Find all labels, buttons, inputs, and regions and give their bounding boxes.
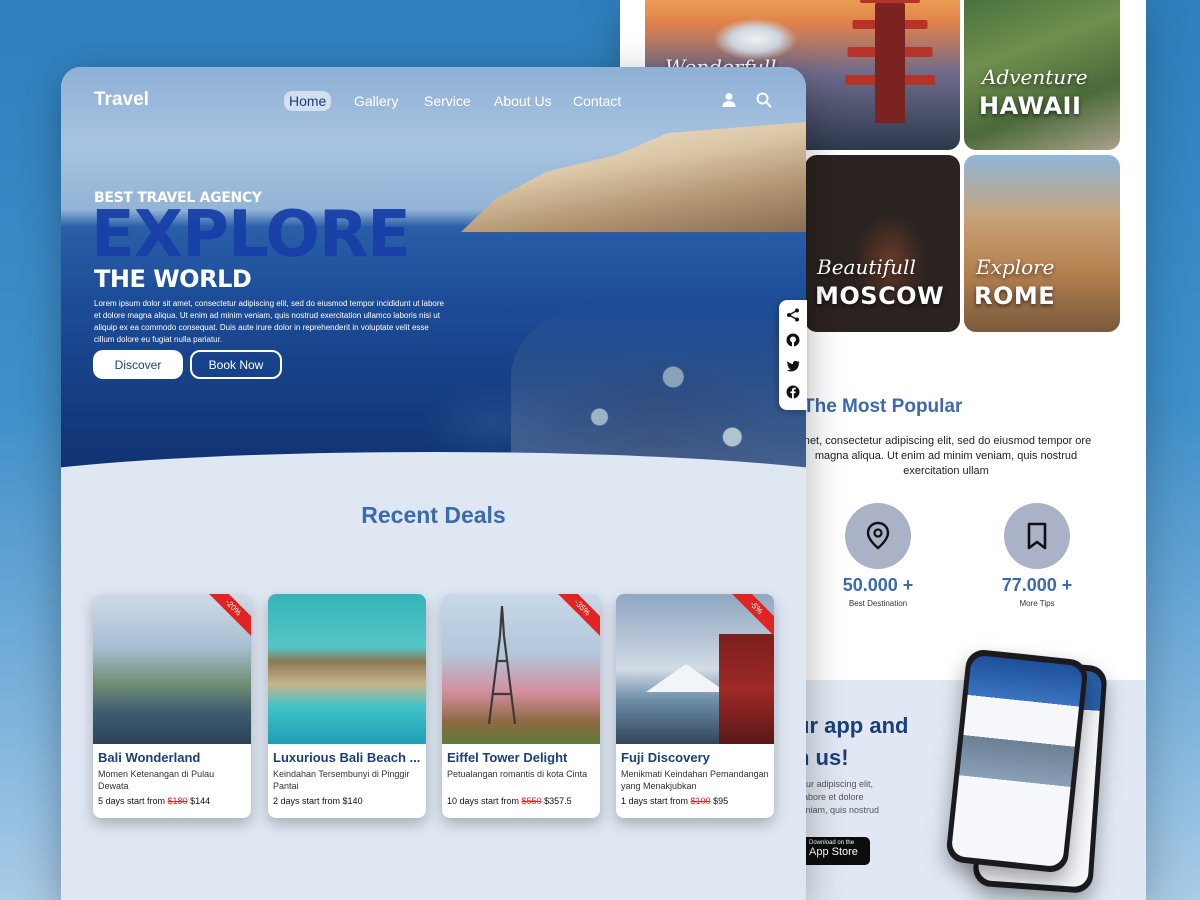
tile-caption: HAWAII xyxy=(979,92,1082,120)
mountain-illustration xyxy=(646,664,726,692)
logo[interactable]: Travel xyxy=(94,89,149,111)
deal-price: 1 days start from $100 $95 xyxy=(621,796,769,806)
stat-value: 50.000 + xyxy=(842,575,914,595)
stat-tips: 77.000 + More Tips xyxy=(972,503,1102,608)
deal-card[interactable]: -20% Bali Wonderland Momen Ketenangan di… xyxy=(93,594,251,818)
nav-contact[interactable]: Contact xyxy=(568,91,626,111)
old-price: $100 xyxy=(690,796,711,806)
discount-badge: -35% xyxy=(548,594,600,642)
user-icon[interactable] xyxy=(720,91,738,109)
app-text: tetur adipiscing elit, t labore et dolor… xyxy=(796,779,880,815)
navbar: Travel Home Gallery Service About Us Con… xyxy=(61,67,806,133)
discount-badge: -20% xyxy=(199,594,251,642)
gallery-tile-rome[interactable]: Explore ROME xyxy=(964,155,1120,332)
deal-price: 2 days start from $140 xyxy=(273,796,421,806)
popular-text: met, consectetur adipiscing elit, sed do… xyxy=(800,435,1092,477)
recent-deals-title: Recent Deals xyxy=(361,502,506,528)
stat-destinations: 50.000 + Best Destination xyxy=(813,503,943,608)
nav-home[interactable]: Home xyxy=(284,91,332,111)
price-prefix: 10 days start from xyxy=(447,796,520,806)
price-prefix: 5 days start from xyxy=(98,796,166,806)
search-icon[interactable] xyxy=(755,91,773,109)
book-now-button[interactable]: Book Now xyxy=(190,350,282,379)
deal-image: -5% xyxy=(616,594,774,744)
deal-title: Luxurious Bali Beach ... xyxy=(273,750,421,765)
deal-card[interactable]: Luxurious Bali Beach ... Keindahan Terse… xyxy=(268,594,426,818)
stat-label: More Tips xyxy=(1019,599,1055,608)
phone-screen xyxy=(950,654,1084,868)
new-price: $357.5 xyxy=(544,796,572,806)
price-prefix: 2 days start from xyxy=(273,796,341,806)
nav-service[interactable]: Service xyxy=(419,91,476,111)
deal-card[interactable]: -35% Eiffel Tower Delight Petualangan ro… xyxy=(442,594,600,818)
hero-description: Lorem ipsum dolor sit amet, consectetur … xyxy=(94,299,444,344)
deal-card[interactable]: -5% Fuji Discovery Menikmati Keindahan P… xyxy=(616,594,774,818)
pagoda-illustration xyxy=(719,634,774,744)
old-price: $550 xyxy=(521,796,542,806)
hero-subtitle: THE WORLD xyxy=(94,265,252,293)
deal-price: 5 days start from $180 $144 xyxy=(98,796,246,806)
share-bar xyxy=(779,300,807,410)
old-price: $180 xyxy=(167,796,188,806)
deal-description: Menikmati Keindahan Pemandangan yang Men… xyxy=(621,769,769,791)
bookmark-icon xyxy=(1004,503,1070,569)
stat-label: Best Destination xyxy=(848,599,908,608)
deal-image: -35% xyxy=(442,594,600,744)
tile-caption: ROME xyxy=(974,282,1056,310)
deal-description: Momen Ketenangan di Pulau Dewata xyxy=(98,769,215,791)
new-price: $140 xyxy=(342,796,363,806)
deal-title: Bali Wonderland xyxy=(98,750,201,765)
gallery-tile-moscow[interactable]: Beautifull MOSCOW xyxy=(805,155,960,332)
store-big-label: App Store xyxy=(809,846,858,858)
new-price: $95 xyxy=(713,796,729,806)
hero-title: EXPLORE xyxy=(91,198,411,272)
tile-script-text: Beautifull xyxy=(817,255,916,279)
location-pin-icon xyxy=(845,503,911,569)
facebook-icon[interactable] xyxy=(786,385,800,399)
stat-value: 77.000 + xyxy=(1001,575,1073,595)
tile-script-text: Adventure xyxy=(982,65,1088,89)
new-price: $144 xyxy=(190,796,211,806)
deal-description: Keindahan Tersembunyi di Pinggir Pantai xyxy=(273,769,410,791)
price-prefix: 1 days start from xyxy=(621,796,689,806)
deal-description: Petualangan romantis di kota Cinta xyxy=(447,769,588,779)
deal-title: Fuji Discovery xyxy=(621,750,710,765)
main-page: Travel Home Gallery Service About Us Con… xyxy=(61,67,806,900)
app-store-button[interactable]: Download on the App Store xyxy=(796,837,870,865)
deal-image: -20% xyxy=(93,594,251,744)
pagoda-illustration xyxy=(845,0,935,130)
nav-about-us[interactable]: About Us xyxy=(489,91,557,111)
cliff-illustration xyxy=(461,122,806,232)
twitter-icon[interactable] xyxy=(786,359,800,373)
app-heading: ur app and h us! xyxy=(796,713,909,770)
tile-script-text: Explore xyxy=(976,255,1055,279)
share-icon[interactable] xyxy=(786,308,800,322)
deal-image xyxy=(268,594,426,744)
deal-title: Eiffel Tower Delight xyxy=(447,750,568,765)
discover-button[interactable]: Discover xyxy=(93,350,183,379)
nav-gallery[interactable]: Gallery xyxy=(349,91,403,111)
tile-caption: MOSCOW xyxy=(815,282,945,310)
deal-price: 10 days start from $550 $357.5 xyxy=(447,796,595,806)
eiffel-tower-illustration xyxy=(487,606,517,724)
popular-title: The Most Popular xyxy=(803,396,963,417)
gallery-tile-hawaii[interactable]: Adventure HAWAII xyxy=(964,0,1120,150)
github-icon[interactable] xyxy=(786,333,800,347)
phone-mockup-front xyxy=(945,648,1089,874)
app-section: ur app and h us! tetur adipiscing elit, … xyxy=(796,648,1146,900)
